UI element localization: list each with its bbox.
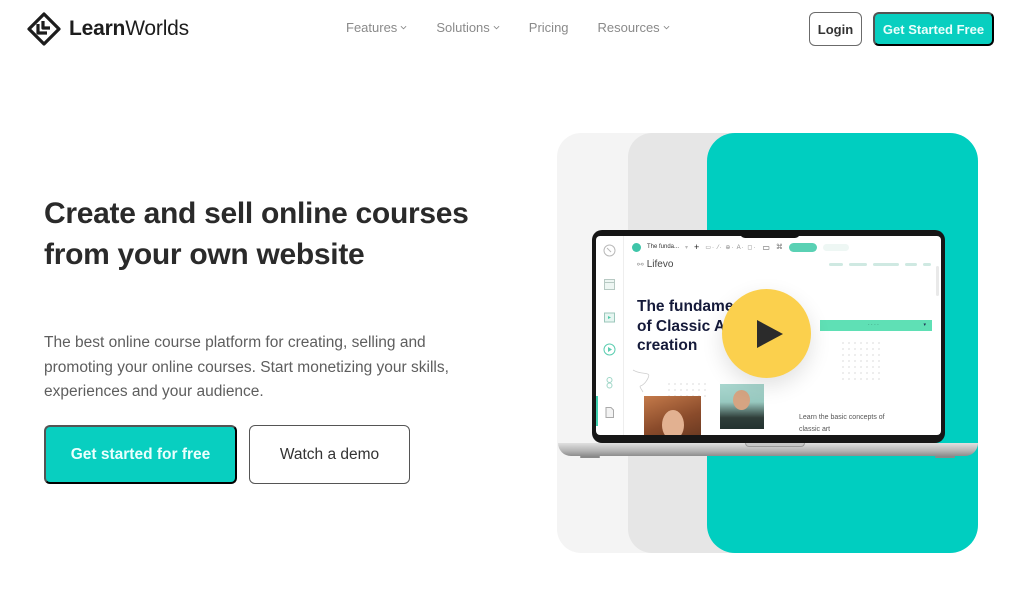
- learnworlds-logo-icon: [27, 12, 61, 46]
- get-started-free-button[interactable]: Get Started Free: [873, 12, 994, 46]
- brand-name: LearnWorlds: [69, 17, 189, 40]
- play-circle-icon: [603, 343, 616, 356]
- chevron-down-icon: [400, 25, 407, 30]
- preview-nav-link: [923, 263, 931, 266]
- face-shape: [662, 410, 684, 435]
- preview-nav-links: [829, 263, 931, 266]
- bicycle-logo-icon: ⚯: [637, 260, 644, 269]
- nav-features[interactable]: Features: [346, 20, 407, 35]
- save-pill-button: [788, 242, 817, 252]
- laptop-groove: [745, 443, 805, 447]
- preview-course-description: Learn the basic concepts of classic art: [799, 414, 885, 433]
- instructor-photo-2: [720, 384, 764, 429]
- video-block-icon: [604, 312, 615, 323]
- play-icon: [756, 319, 783, 348]
- dropdown-icon: ▾: [685, 244, 689, 251]
- user-icon: [606, 377, 613, 389]
- login-button[interactable]: Login: [809, 12, 862, 46]
- sidebar-active-indicator: [596, 396, 598, 426]
- enroll-bar-label: · · · ·: [868, 322, 879, 328]
- preview-nav-link: [849, 263, 867, 266]
- laptop-foot: [935, 456, 955, 458]
- add-icon: +: [694, 242, 700, 252]
- chevron-down-icon: [493, 25, 500, 30]
- preview-site-brand: ⚯ Lifevo: [637, 259, 673, 270]
- preview-nav-link: [905, 263, 917, 266]
- nav-resources-label: Resources: [597, 20, 660, 35]
- site-header: LearnWorlds Features Solutions Pricing R…: [0, 0, 1024, 58]
- nav-features-label: Features: [346, 20, 398, 35]
- back-icon: [603, 244, 616, 257]
- editor-toolbar: The funda... ▾ + ▭· ⁄· ⊕· A· ◻· ▭ ⌘: [632, 241, 849, 253]
- laptop-notch: [740, 230, 800, 238]
- preview-scrollbar: [936, 266, 939, 296]
- get-started-for-free-button[interactable]: Get started for free: [44, 425, 237, 484]
- nav-solutions-label: Solutions: [436, 20, 490, 35]
- hero-subtitle: The best online course platform for crea…: [44, 334, 449, 400]
- decorative-squiggle: [632, 369, 650, 393]
- face-shape: [733, 390, 750, 410]
- nav-resources[interactable]: Resources: [598, 20, 670, 35]
- editor-sidebar: [596, 236, 624, 435]
- preview-nav-link: [873, 263, 899, 266]
- page-status-dot: [632, 242, 641, 252]
- page-layout-icon: [604, 279, 615, 290]
- nav-pricing-label: Pricing: [528, 20, 569, 35]
- laptop-foot: [580, 456, 600, 458]
- brand-logo[interactable]: LearnWorlds: [27, 12, 189, 46]
- play-video-button[interactable]: [722, 289, 811, 378]
- grid-icon: ⌘: [775, 244, 783, 251]
- device-preview-icon: ▭: [762, 242, 770, 252]
- nav-pricing[interactable]: Pricing: [529, 20, 569, 35]
- document-icon: [605, 407, 614, 418]
- chevron-down-icon: [663, 25, 670, 30]
- preview-brand-name: Lifevo: [646, 259, 674, 270]
- preview-nav-link: [829, 263, 843, 266]
- hero-title: Create and sell online courses from your…: [44, 197, 469, 271]
- decorative-dot-grid: [840, 340, 880, 380]
- preview-enroll-bar: · · · · ▾: [820, 320, 932, 331]
- enroll-bar-caret-icon: ▾: [923, 322, 926, 328]
- page-tab-name: The funda...: [647, 244, 680, 250]
- toolbar-tools-icons: ▭· ⁄· ⊕· A· ◻·: [705, 244, 757, 251]
- main-nav: Features Solutions Pricing Resources: [346, 20, 699, 35]
- publish-pill-button: [822, 243, 849, 251]
- laptop-base: [558, 443, 978, 456]
- watch-demo-button[interactable]: Watch a demo: [249, 425, 410, 484]
- nav-solutions[interactable]: Solutions: [436, 20, 500, 35]
- instructor-photo-1: [644, 396, 701, 435]
